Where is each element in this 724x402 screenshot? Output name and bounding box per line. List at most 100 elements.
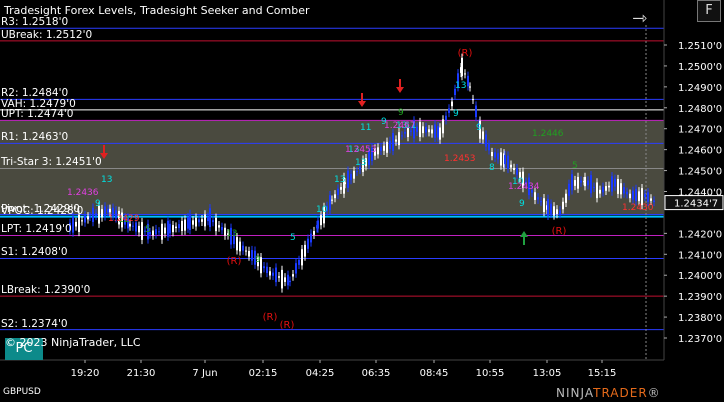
candle-body <box>494 152 496 158</box>
candle-body <box>192 220 194 225</box>
candle-body <box>401 135 403 137</box>
candle-body <box>278 276 280 278</box>
candle-body <box>623 187 625 194</box>
candle-body <box>301 249 303 266</box>
time-axis-label: 04:25 <box>306 368 335 379</box>
arrow-down-icon <box>396 79 404 93</box>
candle-body <box>272 272 274 276</box>
candle-body <box>72 216 74 233</box>
price-axis-label: 1.2470'0 <box>678 125 722 136</box>
logo-right: TRADER <box>593 386 648 400</box>
current-price-label: 1.2434'7 <box>674 199 718 210</box>
arrow-down-icon <box>358 93 366 107</box>
candle-body <box>461 57 463 77</box>
seeker-count-label: 9 <box>476 123 482 133</box>
candle-body <box>172 225 174 233</box>
candle-body <box>380 147 382 151</box>
candle-body <box>497 153 499 160</box>
candle-body <box>516 168 518 175</box>
candle-body <box>451 101 453 107</box>
candle-body <box>245 250 247 252</box>
seeker-count-label: 5 <box>572 161 578 171</box>
candle-body <box>540 201 542 203</box>
candle-body <box>287 274 289 286</box>
candle-body <box>207 216 209 222</box>
time-axis-label: 7 Jun <box>192 368 217 379</box>
price-axis-label: 1.2490'0 <box>678 83 722 94</box>
f-button[interactable]: F <box>697 0 721 22</box>
level-label: R1: 1.2463'0 <box>1 131 69 144</box>
candle-body <box>404 131 406 134</box>
candle-body <box>504 155 506 165</box>
candle-body <box>175 226 177 229</box>
price-axis-label: 1.2400'0 <box>678 271 722 282</box>
candle-body <box>553 206 555 216</box>
candle-body <box>629 193 631 199</box>
logo-left: NINJA <box>556 386 594 400</box>
candle-body <box>638 191 640 202</box>
candle-body <box>218 225 220 228</box>
candle-body <box>596 182 598 199</box>
time-axis-label: 02:15 <box>249 368 278 379</box>
level-label: LBreak: 1.2390'0 <box>1 284 91 297</box>
candle-body <box>653 200 655 202</box>
reversal-marker: (R) <box>552 226 567 237</box>
level-label: VPOC: 1.2428'0 <box>1 204 84 217</box>
candle-body <box>543 198 545 213</box>
time-axis-label: 15:15 <box>588 368 617 379</box>
candle-body <box>248 250 250 257</box>
candle-body <box>295 263 297 274</box>
candle-body <box>491 151 493 157</box>
candle-body <box>488 144 490 151</box>
candle-body <box>266 266 268 273</box>
candle-body <box>158 231 160 233</box>
candle-body <box>547 198 549 216</box>
seeker-count-label: 10 <box>316 205 328 215</box>
arrow-right-icon[interactable]: ⇾ <box>632 8 647 29</box>
seeker-count-label: 8 <box>489 163 495 173</box>
candle-body <box>109 208 111 213</box>
candle-body <box>187 217 189 229</box>
seeker-count-label: 5 <box>145 225 151 235</box>
candle-body <box>559 210 561 215</box>
candle-body <box>304 244 306 257</box>
candle-body <box>307 238 309 249</box>
candle-body <box>201 219 203 222</box>
candle-body <box>242 245 244 251</box>
candle-body <box>562 201 564 210</box>
reversal-marker: (R) <box>458 48 473 59</box>
candle-body <box>251 250 253 261</box>
price-tag-label: 1.2430 <box>622 203 654 213</box>
candle-body <box>132 225 134 227</box>
candle-body <box>614 178 616 187</box>
candle-body <box>95 213 97 216</box>
candle-body <box>104 206 106 217</box>
candle-body <box>599 189 601 194</box>
candle-body <box>386 141 388 153</box>
price-tag-label: 1.2453 <box>345 145 377 155</box>
candle-body <box>84 215 86 223</box>
seeker-count-label: 13 <box>101 175 112 185</box>
candle-body <box>269 271 271 276</box>
candle-body <box>650 198 652 201</box>
price-tag-label: 1.2436 <box>67 188 99 198</box>
time-axis-label: 19:20 <box>71 368 100 379</box>
candle-body <box>334 194 336 199</box>
candle-body <box>215 217 217 232</box>
candle-body <box>310 233 312 243</box>
logo-mark: ® <box>647 386 661 400</box>
candle-body <box>587 180 589 186</box>
candle-body <box>75 221 77 227</box>
candle-body <box>632 190 634 200</box>
candle-body <box>428 129 430 133</box>
candle-body <box>534 192 536 200</box>
instrument-symbol: GBPUSD <box>3 387 41 397</box>
seeker-count-label: 13 <box>355 158 366 168</box>
candle-body <box>320 215 322 226</box>
candle-body <box>169 223 171 234</box>
candle-body <box>275 267 277 283</box>
copyright-text: © 2023 NinjaTrader, LLC <box>5 336 141 349</box>
seeker-count-label: 9 <box>255 255 261 265</box>
time-axis-label: 08:45 <box>420 368 449 379</box>
candle-body <box>101 209 103 218</box>
